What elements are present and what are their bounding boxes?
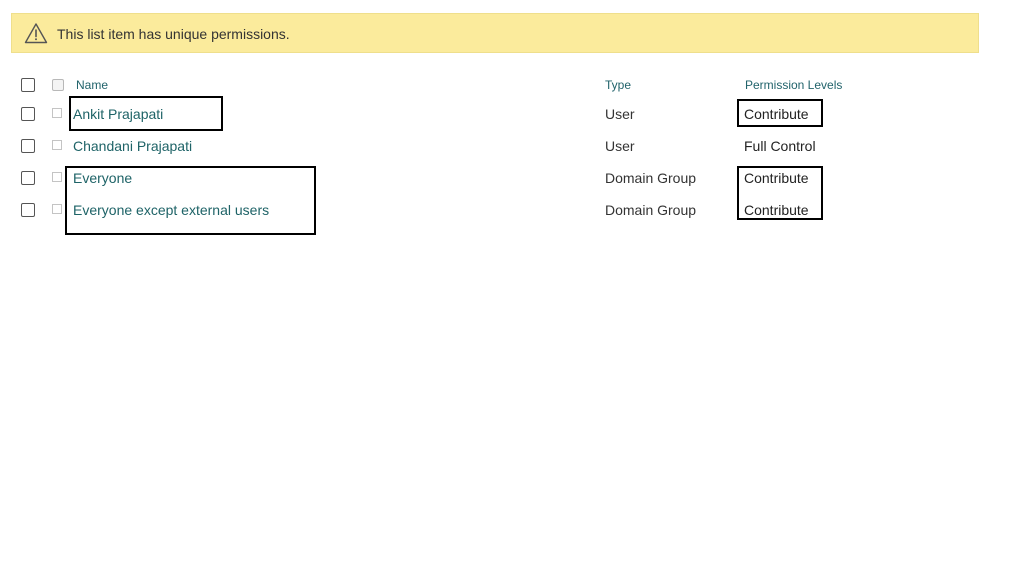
row-name-link[interactable]: Chandani Prajapati [73,138,192,154]
select-all-checkbox[interactable] [21,78,35,92]
row-checkbox[interactable] [21,139,35,153]
row-checkbox[interactable] [21,171,35,185]
row-item-checkbox[interactable] [52,172,62,182]
row-item-checkbox[interactable] [52,204,62,214]
row-name-link[interactable]: Everyone except external users [73,202,269,218]
row-checkbox[interactable] [21,107,35,121]
row-type: Domain Group [605,202,697,218]
row-item-checkbox[interactable] [52,108,62,118]
column-header-name[interactable]: Name [76,78,108,92]
row-type: User [605,106,635,122]
row-item-checkbox[interactable] [52,140,62,150]
permissions-table: Name Type Permission Levels Ankit Prajap… [0,0,1024,576]
row-permission: Contribute [744,170,809,186]
row-permission: Contribute [744,106,809,122]
row-type: User [605,138,635,154]
permissions-page: This list item has unique permissions. N… [0,0,1024,576]
header-item-checkbox[interactable] [52,79,64,91]
row-permission: Full Control [744,138,816,154]
row-type: Domain Group [605,170,697,186]
row-name-link[interactable]: Everyone [73,170,132,186]
row-checkbox[interactable] [21,203,35,217]
column-header-type[interactable]: Type [605,78,631,92]
row-name-link[interactable]: Ankit Prajapati [73,106,163,122]
row-permission: Contribute [744,202,809,218]
column-header-permission-levels[interactable]: Permission Levels [745,78,842,92]
